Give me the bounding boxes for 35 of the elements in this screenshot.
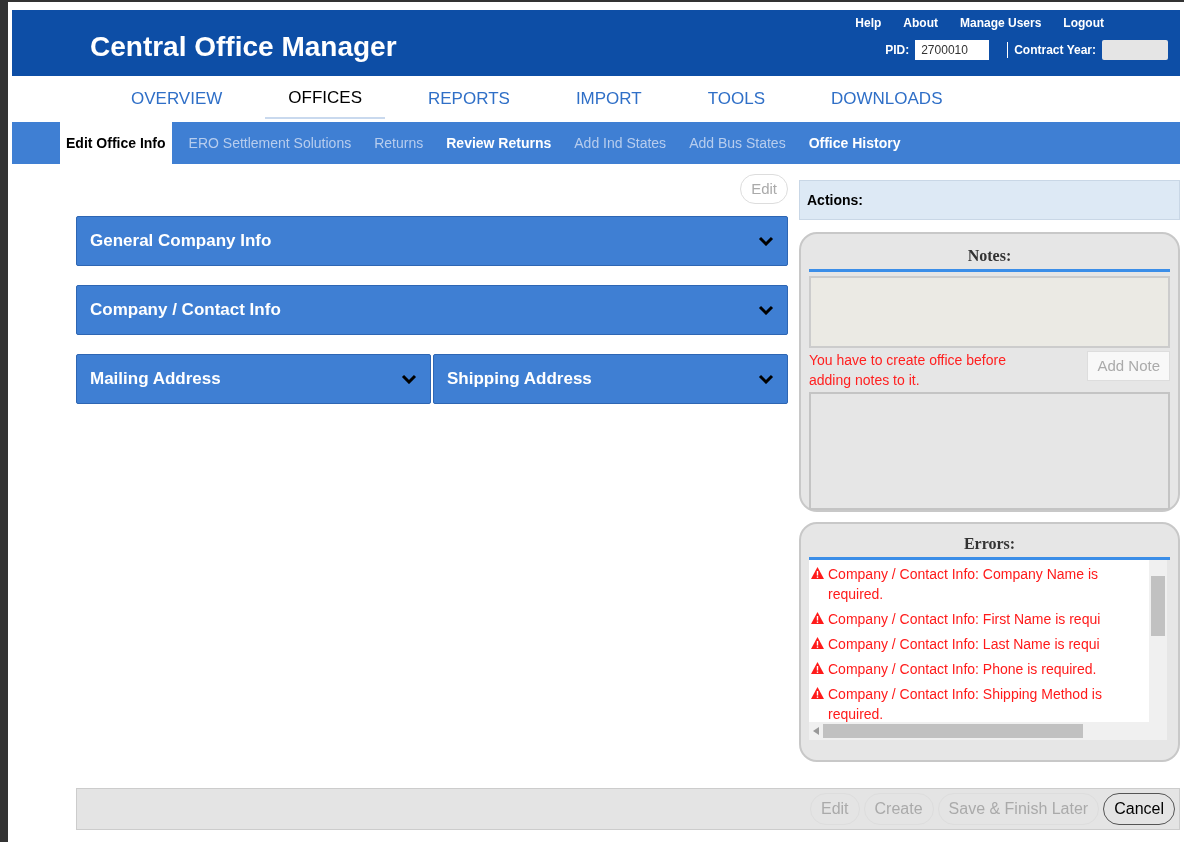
vertical-scrollbar[interactable] bbox=[1149, 560, 1167, 740]
notes-message: You have to create office before adding notes to it. bbox=[809, 351, 1007, 390]
actions-title: Actions: bbox=[807, 190, 863, 210]
section-header[interactable]: Mailing Address bbox=[76, 354, 431, 404]
contract-year-field[interactable] bbox=[1102, 40, 1168, 60]
nav-tab[interactable]: OFFICES bbox=[265, 79, 385, 119]
error-message: Company / Contact Info: Last Name is requi bbox=[828, 635, 1100, 654]
pid-field[interactable]: 2700010 bbox=[915, 40, 990, 60]
scroll-left-icon[interactable] bbox=[813, 727, 819, 735]
header-link[interactable]: Help bbox=[855, 14, 882, 32]
note-input[interactable] bbox=[809, 276, 1170, 348]
nav-tab[interactable]: IMPORT bbox=[552, 79, 665, 119]
sub-tab[interactable]: Edit Office Info bbox=[60, 122, 172, 164]
error-message: Company / Contact Info: Phone is required. bbox=[828, 660, 1097, 679]
notes-title: Notes: bbox=[809, 234, 1170, 272]
nav-tab[interactable]: TOOLS bbox=[684, 79, 788, 119]
error-message: Company / Contact Info: First Name is requi bbox=[828, 610, 1101, 629]
error-message: Company / Contact Info: Shipping Method is required. bbox=[828, 685, 1103, 722]
nav-tab[interactable]: DOWNLOADS bbox=[808, 79, 966, 119]
section-header[interactable]: Company / Contact Info bbox=[76, 285, 788, 335]
section-header[interactable]: General Company Info bbox=[76, 216, 788, 266]
contract-year-label: Contract Year: bbox=[1014, 42, 1096, 59]
app-title: Central Office Manager bbox=[90, 31, 397, 62]
header-link[interactable]: Manage Users bbox=[959, 14, 1042, 32]
sub-tab[interactable]: Review Returns bbox=[440, 122, 558, 164]
nav-tab[interactable]: OVERVIEW bbox=[108, 79, 246, 119]
nav-tab[interactable]: REPORTS bbox=[405, 79, 533, 119]
sub-tab[interactable]: Office History bbox=[802, 122, 907, 164]
header-link[interactable]: Logout bbox=[1063, 14, 1104, 32]
error-message: Company / Contact Info: Company Name is required. bbox=[828, 565, 1099, 604]
footer-button[interactable]: Cancel bbox=[1103, 793, 1175, 825]
header-link[interactable]: About bbox=[903, 14, 938, 32]
horizontal-scrollbar[interactable] bbox=[809, 722, 1149, 740]
pid-label: PID: bbox=[885, 42, 910, 59]
section-header[interactable]: Shipping Address bbox=[433, 354, 788, 404]
